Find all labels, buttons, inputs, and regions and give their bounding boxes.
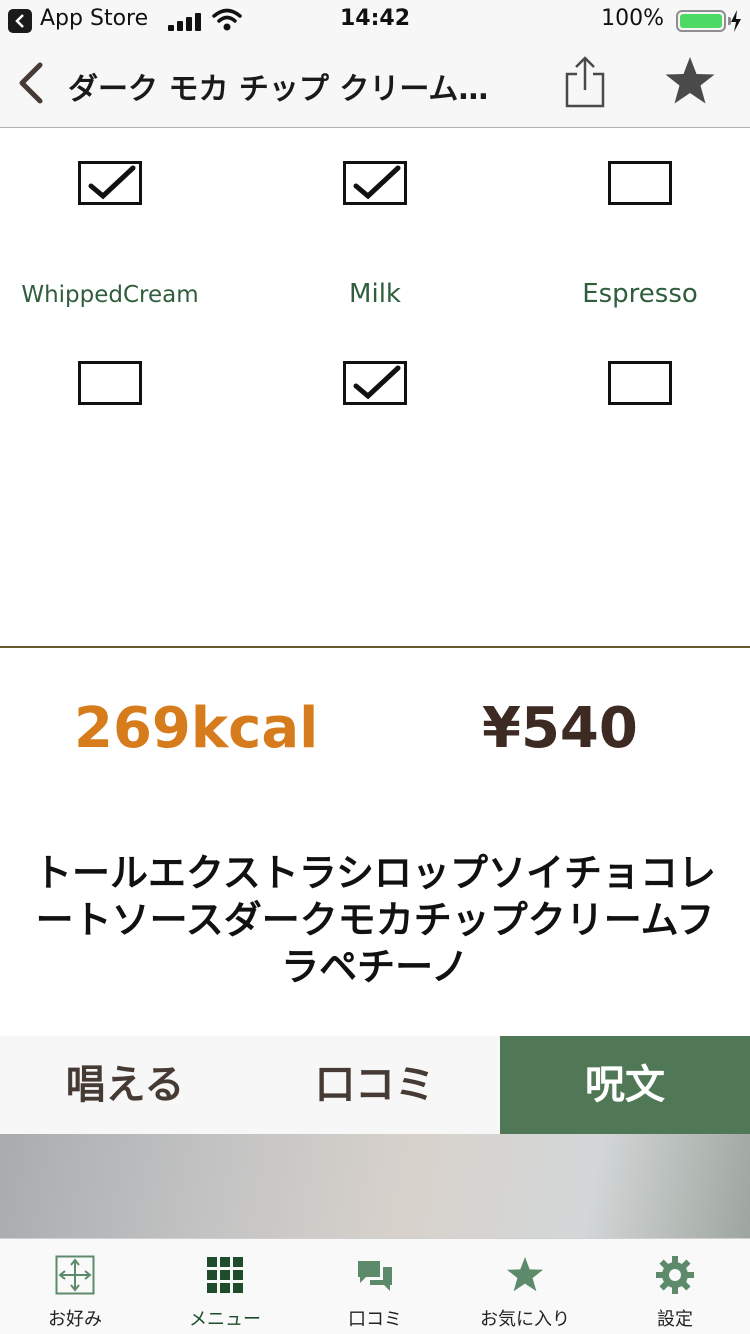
tabbar-label-menu: メニュー — [189, 1309, 261, 1330]
checkbox-top-2[interactable] — [343, 161, 407, 205]
star-icon — [507, 1257, 543, 1292]
option-label-whipped-cream: WhippedCream — [21, 282, 199, 308]
price-value: ¥540 — [482, 696, 638, 761]
checkbox-espresso[interactable] — [608, 361, 672, 405]
tab-spell[interactable]: 呪文 — [500, 1036, 750, 1134]
tab-chant[interactable]: 唱える — [0, 1036, 250, 1134]
gear-icon — [656, 1256, 694, 1294]
tabbar-label-reviews: 口コミ — [348, 1309, 402, 1330]
tabbar-item-preferences[interactable]: お好み — [0, 1239, 150, 1334]
bottom-tab-bar: お好み メニュー 口コミ お気に入り 設定 — [0, 1238, 750, 1334]
share-icon[interactable] — [560, 54, 610, 110]
tabbar-item-menu[interactable]: メニュー — [150, 1239, 300, 1334]
charging-bolt-icon — [731, 10, 741, 32]
compass-arrows-icon — [55, 1255, 95, 1295]
tabbar-label-favorites: お気に入り — [480, 1309, 570, 1330]
option-label-espresso: Espresso — [582, 279, 698, 309]
back-chevron-icon[interactable] — [14, 60, 50, 106]
section-divider — [0, 646, 750, 648]
battery-icon — [676, 10, 726, 32]
option-label-milk: Milk — [349, 279, 401, 309]
tabbar-label-settings: 設定 — [657, 1309, 693, 1330]
tabbar-item-favorites[interactable]: お気に入り — [450, 1239, 600, 1334]
photo-strip — [0, 1134, 750, 1238]
tabbar-label-preferences: お好み — [48, 1309, 102, 1330]
drink-full-name: トールエクストラシロップソイチョコレートソースダークモカチップクリームフラペチー… — [33, 851, 717, 989]
checkbox-top-1[interactable] — [78, 161, 142, 205]
tab-reviews[interactable]: 口コミ — [250, 1036, 500, 1134]
grid-icon — [207, 1257, 243, 1293]
chat-bubbles-icon — [358, 1261, 392, 1291]
battery-percent: 100% — [601, 6, 664, 31]
page-title: ダーク モカ チップ クリーム… — [68, 72, 489, 107]
checkbox-milk[interactable] — [343, 361, 407, 405]
calories-value: 269kcal — [74, 696, 319, 761]
checkbox-top-3[interactable] — [608, 161, 672, 205]
status-bar: App Store 14:42 100% — [0, 0, 750, 40]
checkbox-whipped-cream[interactable] — [78, 361, 142, 405]
tabbar-item-reviews[interactable]: 口コミ — [300, 1239, 450, 1334]
segment-tabs: 唱える 口コミ 呪文 — [0, 1036, 750, 1134]
tabbar-item-settings[interactable]: 設定 — [600, 1239, 750, 1334]
favorite-star-icon[interactable] — [662, 54, 718, 110]
navigation-bar: ダーク モカ チップ クリーム… — [0, 40, 750, 128]
